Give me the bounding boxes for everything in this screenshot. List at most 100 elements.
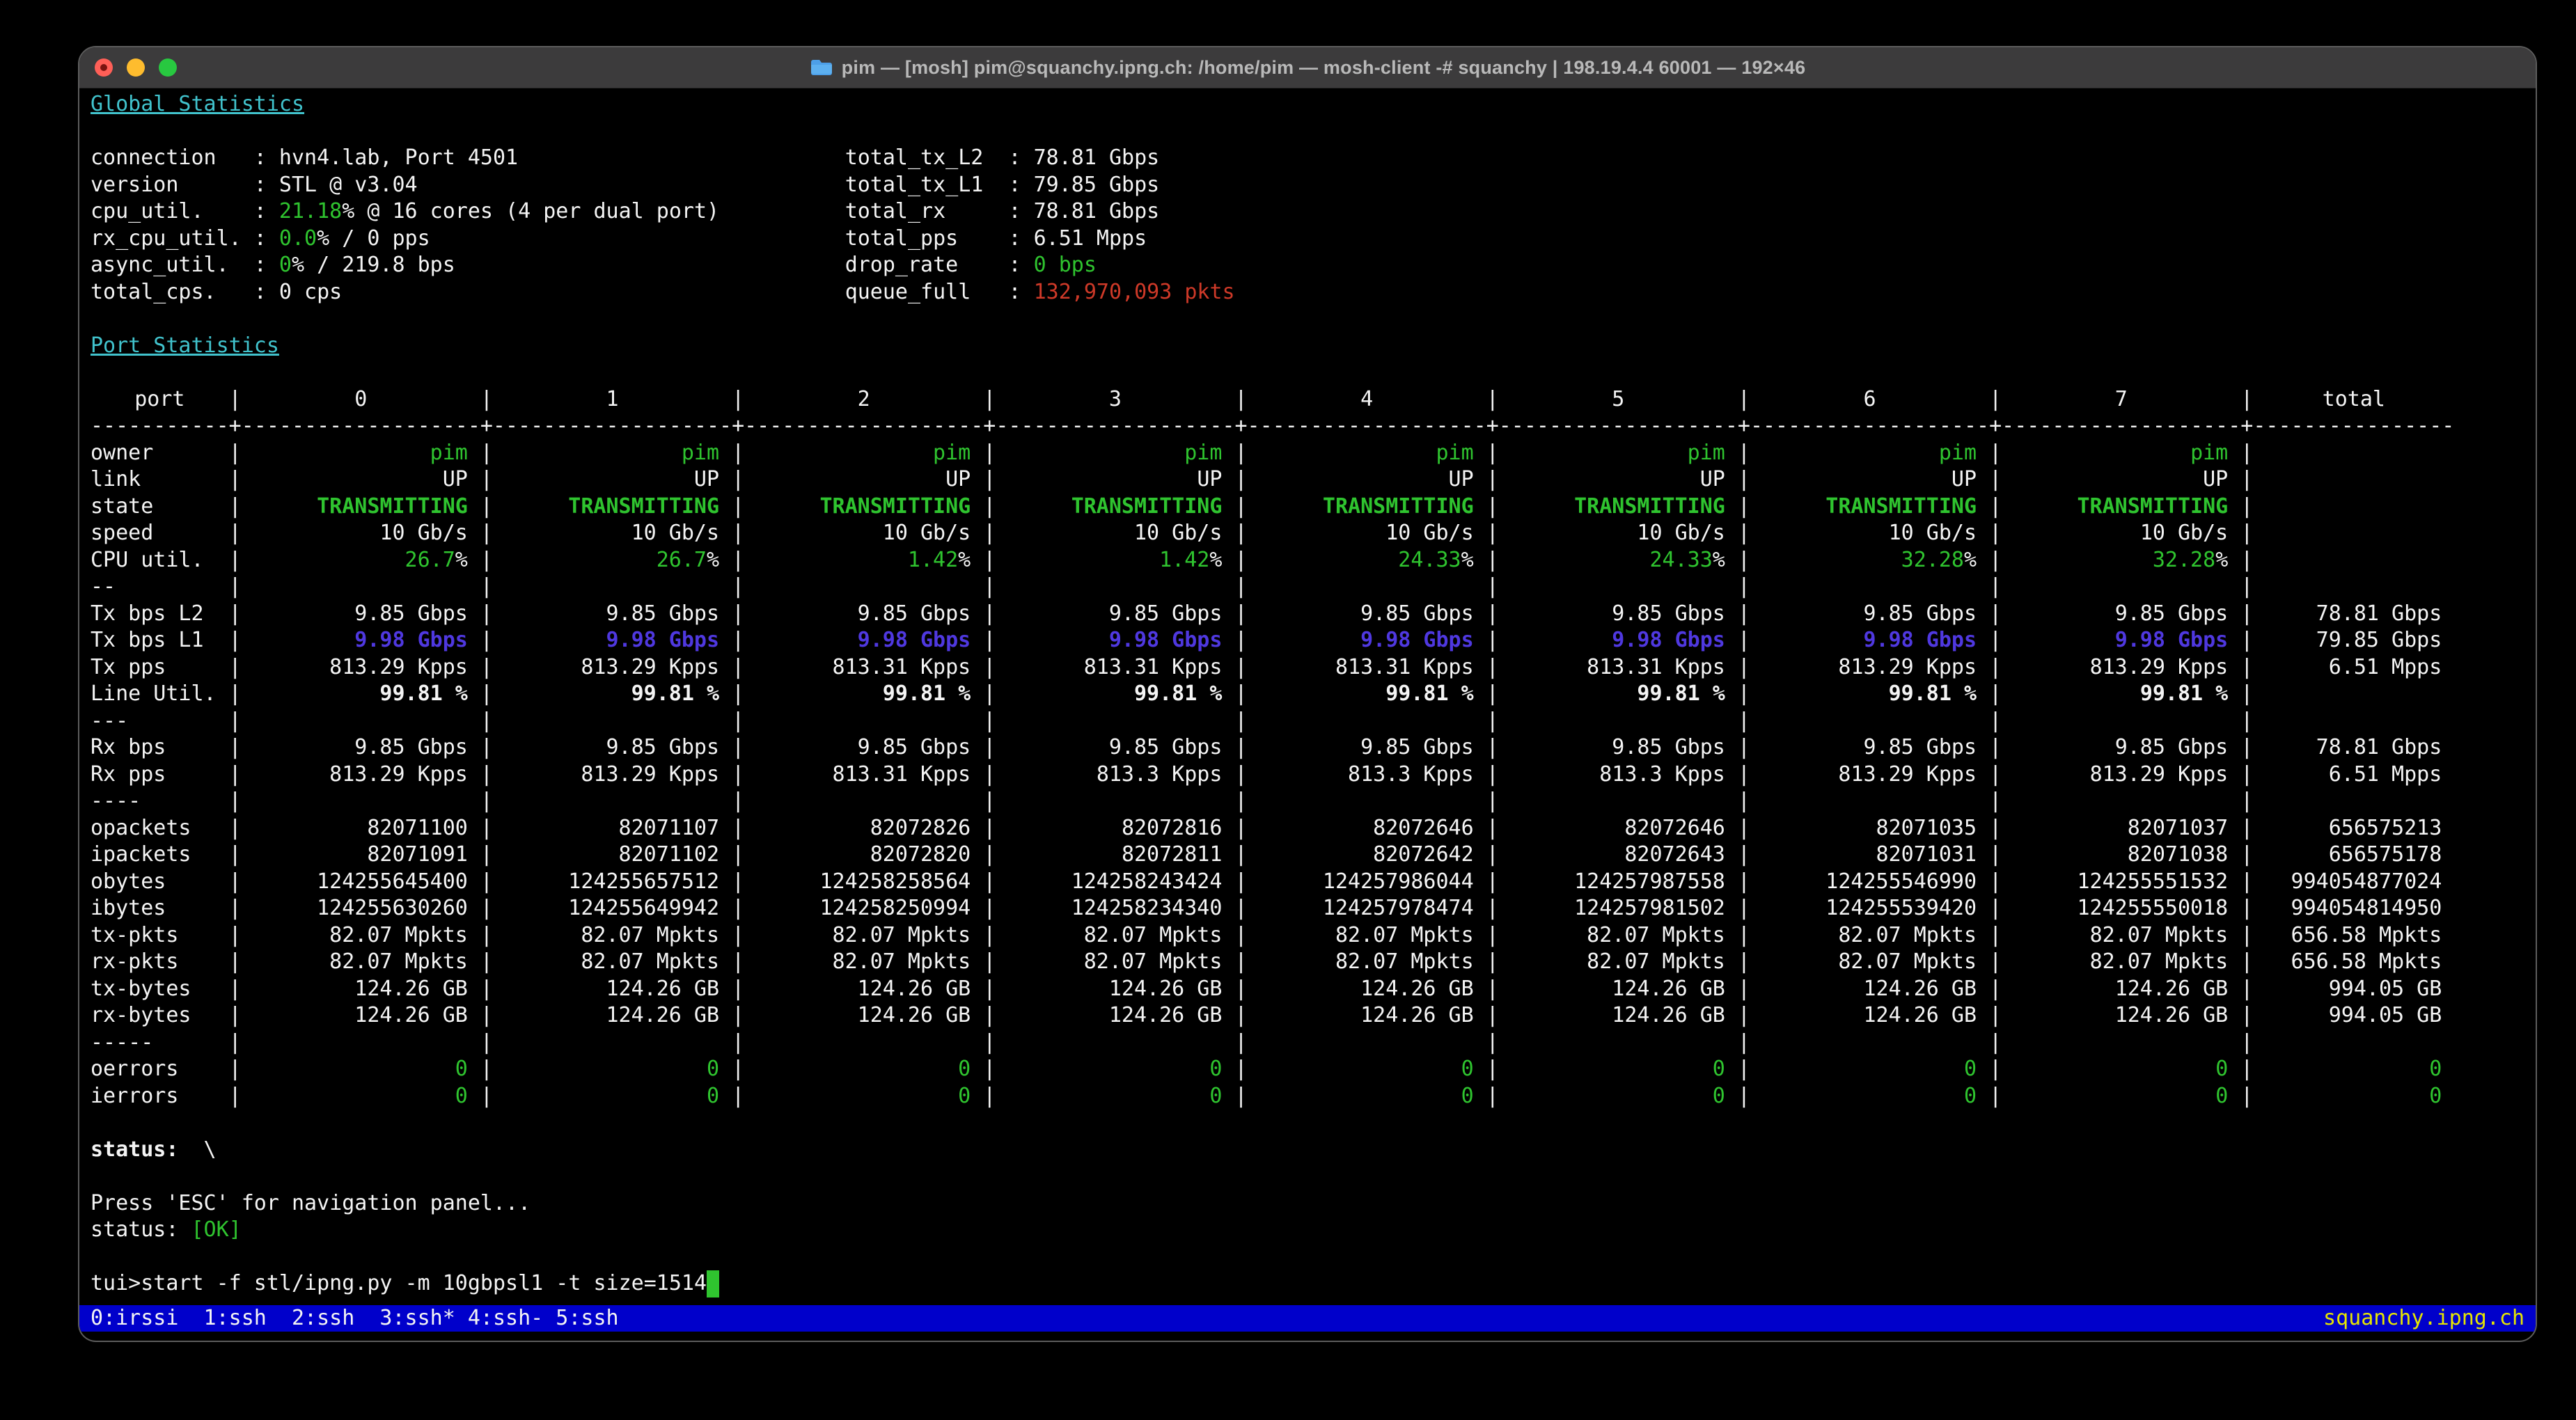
table-row: CPU util.|26.7%|26.7%|1.42%|1.42%|24.33%… bbox=[91, 547, 2536, 574]
table-separator-row: --||||||||| bbox=[91, 574, 2536, 601]
cell-number: 26.7 bbox=[657, 548, 707, 572]
row-label: link bbox=[91, 466, 229, 494]
minimize-button[interactable] bbox=[127, 58, 145, 77]
terminal-cursor bbox=[707, 1270, 719, 1297]
column-separator: | bbox=[480, 1002, 493, 1030]
column-separator: | bbox=[983, 788, 996, 815]
column-separator: | bbox=[1486, 574, 1499, 601]
table-cell: 79.85 Gbps bbox=[2253, 627, 2454, 654]
column-separator: | bbox=[1989, 520, 2002, 547]
column-separator: | bbox=[1989, 627, 2002, 654]
table-cell: 124255551532 bbox=[2002, 869, 2240, 896]
stat-colon: : bbox=[1008, 280, 1033, 304]
table-cell: 0 bbox=[1750, 1056, 1989, 1083]
table-cell: TRANSMITTING bbox=[1499, 494, 1738, 521]
column-separator: | bbox=[1486, 654, 1499, 681]
column-separator: | bbox=[1989, 654, 2002, 681]
blank-line bbox=[91, 306, 2536, 333]
row-label: --- bbox=[91, 708, 229, 735]
table-cell: 99.81 % bbox=[242, 681, 480, 708]
table-cell: 813.29 Kpps bbox=[493, 654, 732, 681]
global-statistics-link[interactable]: Global Statistics bbox=[91, 92, 304, 116]
column-separator: | bbox=[732, 654, 744, 681]
column-separator: | bbox=[480, 654, 493, 681]
column-separator: | bbox=[1738, 949, 1750, 976]
prompt-label: tui> bbox=[91, 1271, 141, 1295]
close-button[interactable] bbox=[95, 58, 113, 77]
screen-hostname: squanchy.ipng.ch bbox=[2323, 1305, 2524, 1332]
table-cell: 1.42% bbox=[996, 547, 1234, 574]
column-separator: | bbox=[983, 976, 996, 1003]
table-cell: 99.81 % bbox=[493, 681, 732, 708]
column-separator: | bbox=[1486, 627, 1499, 654]
table-cell: 82071037 bbox=[2002, 815, 2240, 842]
command-text: start -f stl/ipng.py -m 10gbpsl1 -t size… bbox=[141, 1271, 707, 1295]
table-cell: 0 bbox=[493, 1056, 732, 1083]
table-cell: 82.07 Mpkts bbox=[1248, 922, 1486, 949]
cell-number: 1.42 bbox=[908, 548, 958, 572]
table-cell: 124.26 GB bbox=[493, 1002, 732, 1030]
table-cell: 10 Gb/s bbox=[2002, 520, 2240, 547]
column-header: 3 bbox=[996, 386, 1234, 413]
table-cell: UP bbox=[744, 466, 983, 494]
table-cell: 9.85 Gbps bbox=[1248, 734, 1486, 762]
status-ok-line: status: [OK] bbox=[91, 1217, 2536, 1244]
table-cell: 10 Gb/s bbox=[1499, 520, 1738, 547]
table-cell: 813.31 Kpps bbox=[744, 654, 983, 681]
column-separator: | bbox=[2240, 386, 2253, 413]
column-separator: | bbox=[1989, 466, 2002, 494]
column-separator: | bbox=[229, 1083, 242, 1110]
table-cell: 82.07 Mpkts bbox=[493, 949, 732, 976]
column-separator: | bbox=[1738, 708, 1750, 735]
stat-label: total_pps bbox=[845, 226, 1009, 253]
table-row: Tx bps L2|9.85 Gbps|9.85 Gbps|9.85 Gbps|… bbox=[91, 601, 2536, 628]
stat-value: 132,970,093 pkts bbox=[1034, 280, 1235, 304]
table-cell: 82.07 Mpkts bbox=[2002, 922, 2240, 949]
table-cell: 994054814950 bbox=[2253, 895, 2454, 922]
table-cell: pim bbox=[744, 440, 983, 467]
stat-label: version bbox=[91, 172, 254, 199]
global-stat-left: rx_cpu_util.: 0.0% / 0 pps bbox=[91, 226, 845, 253]
column-separator: | bbox=[732, 869, 744, 896]
stat-label: total_cps. bbox=[91, 279, 254, 306]
table-cell: 82.07 Mpkts bbox=[1750, 949, 1989, 976]
command-line[interactable]: tui>start -f stl/ipng.py -m 10gbpsl1 -t … bbox=[91, 1270, 2536, 1297]
column-separator: | bbox=[1486, 494, 1499, 521]
column-separator: | bbox=[2240, 654, 2253, 681]
window-title: pim — [mosh] pim@squanchy.ipng.ch: /home… bbox=[810, 57, 1806, 79]
column-separator: | bbox=[1234, 842, 1247, 869]
column-separator: | bbox=[1989, 922, 2002, 949]
column-separator: | bbox=[1486, 386, 1499, 413]
table-cell: 124.26 GB bbox=[744, 1002, 983, 1030]
table-cell: TRANSMITTING bbox=[1750, 494, 1989, 521]
table-cell: 656575213 bbox=[2253, 815, 2454, 842]
column-separator: | bbox=[1486, 922, 1499, 949]
column-separator: | bbox=[2240, 494, 2253, 521]
table-separator-row: -----||||||||| bbox=[91, 1030, 2536, 1057]
cell-unit: % bbox=[1209, 548, 1222, 572]
cell-number: 32.28 bbox=[2153, 548, 2215, 572]
global-stats-row: version: STL @ v3.04total_tx_L1: 79.85 G… bbox=[91, 172, 2536, 199]
column-separator: | bbox=[2240, 922, 2253, 949]
blank-line bbox=[91, 118, 2536, 145]
row-label: -- bbox=[91, 574, 229, 601]
table-cell: 9.98 Gbps bbox=[996, 627, 1234, 654]
stat-colon: : bbox=[1008, 145, 1033, 170]
column-separator: | bbox=[1234, 869, 1247, 896]
port-statistics-link[interactable]: Port Statistics bbox=[91, 333, 279, 358]
column-separator: | bbox=[732, 627, 744, 654]
table-cell: 813.29 Kpps bbox=[242, 654, 480, 681]
column-separator: | bbox=[983, 1002, 996, 1030]
column-separator: | bbox=[480, 869, 493, 896]
blank-line bbox=[91, 1110, 2536, 1137]
column-separator: | bbox=[1738, 1002, 1750, 1030]
table-cell: 0 bbox=[1248, 1083, 1486, 1110]
cell-unit: % bbox=[1964, 548, 1977, 572]
column-separator: | bbox=[480, 788, 493, 815]
row-label: ---- bbox=[91, 788, 229, 815]
maximize-button[interactable] bbox=[159, 58, 177, 77]
table-row: tx-pkts|82.07 Mpkts|82.07 Mpkts|82.07 Mp… bbox=[91, 922, 2536, 949]
column-separator: | bbox=[983, 869, 996, 896]
column-separator: | bbox=[480, 895, 493, 922]
column-separator: | bbox=[1234, 386, 1247, 413]
